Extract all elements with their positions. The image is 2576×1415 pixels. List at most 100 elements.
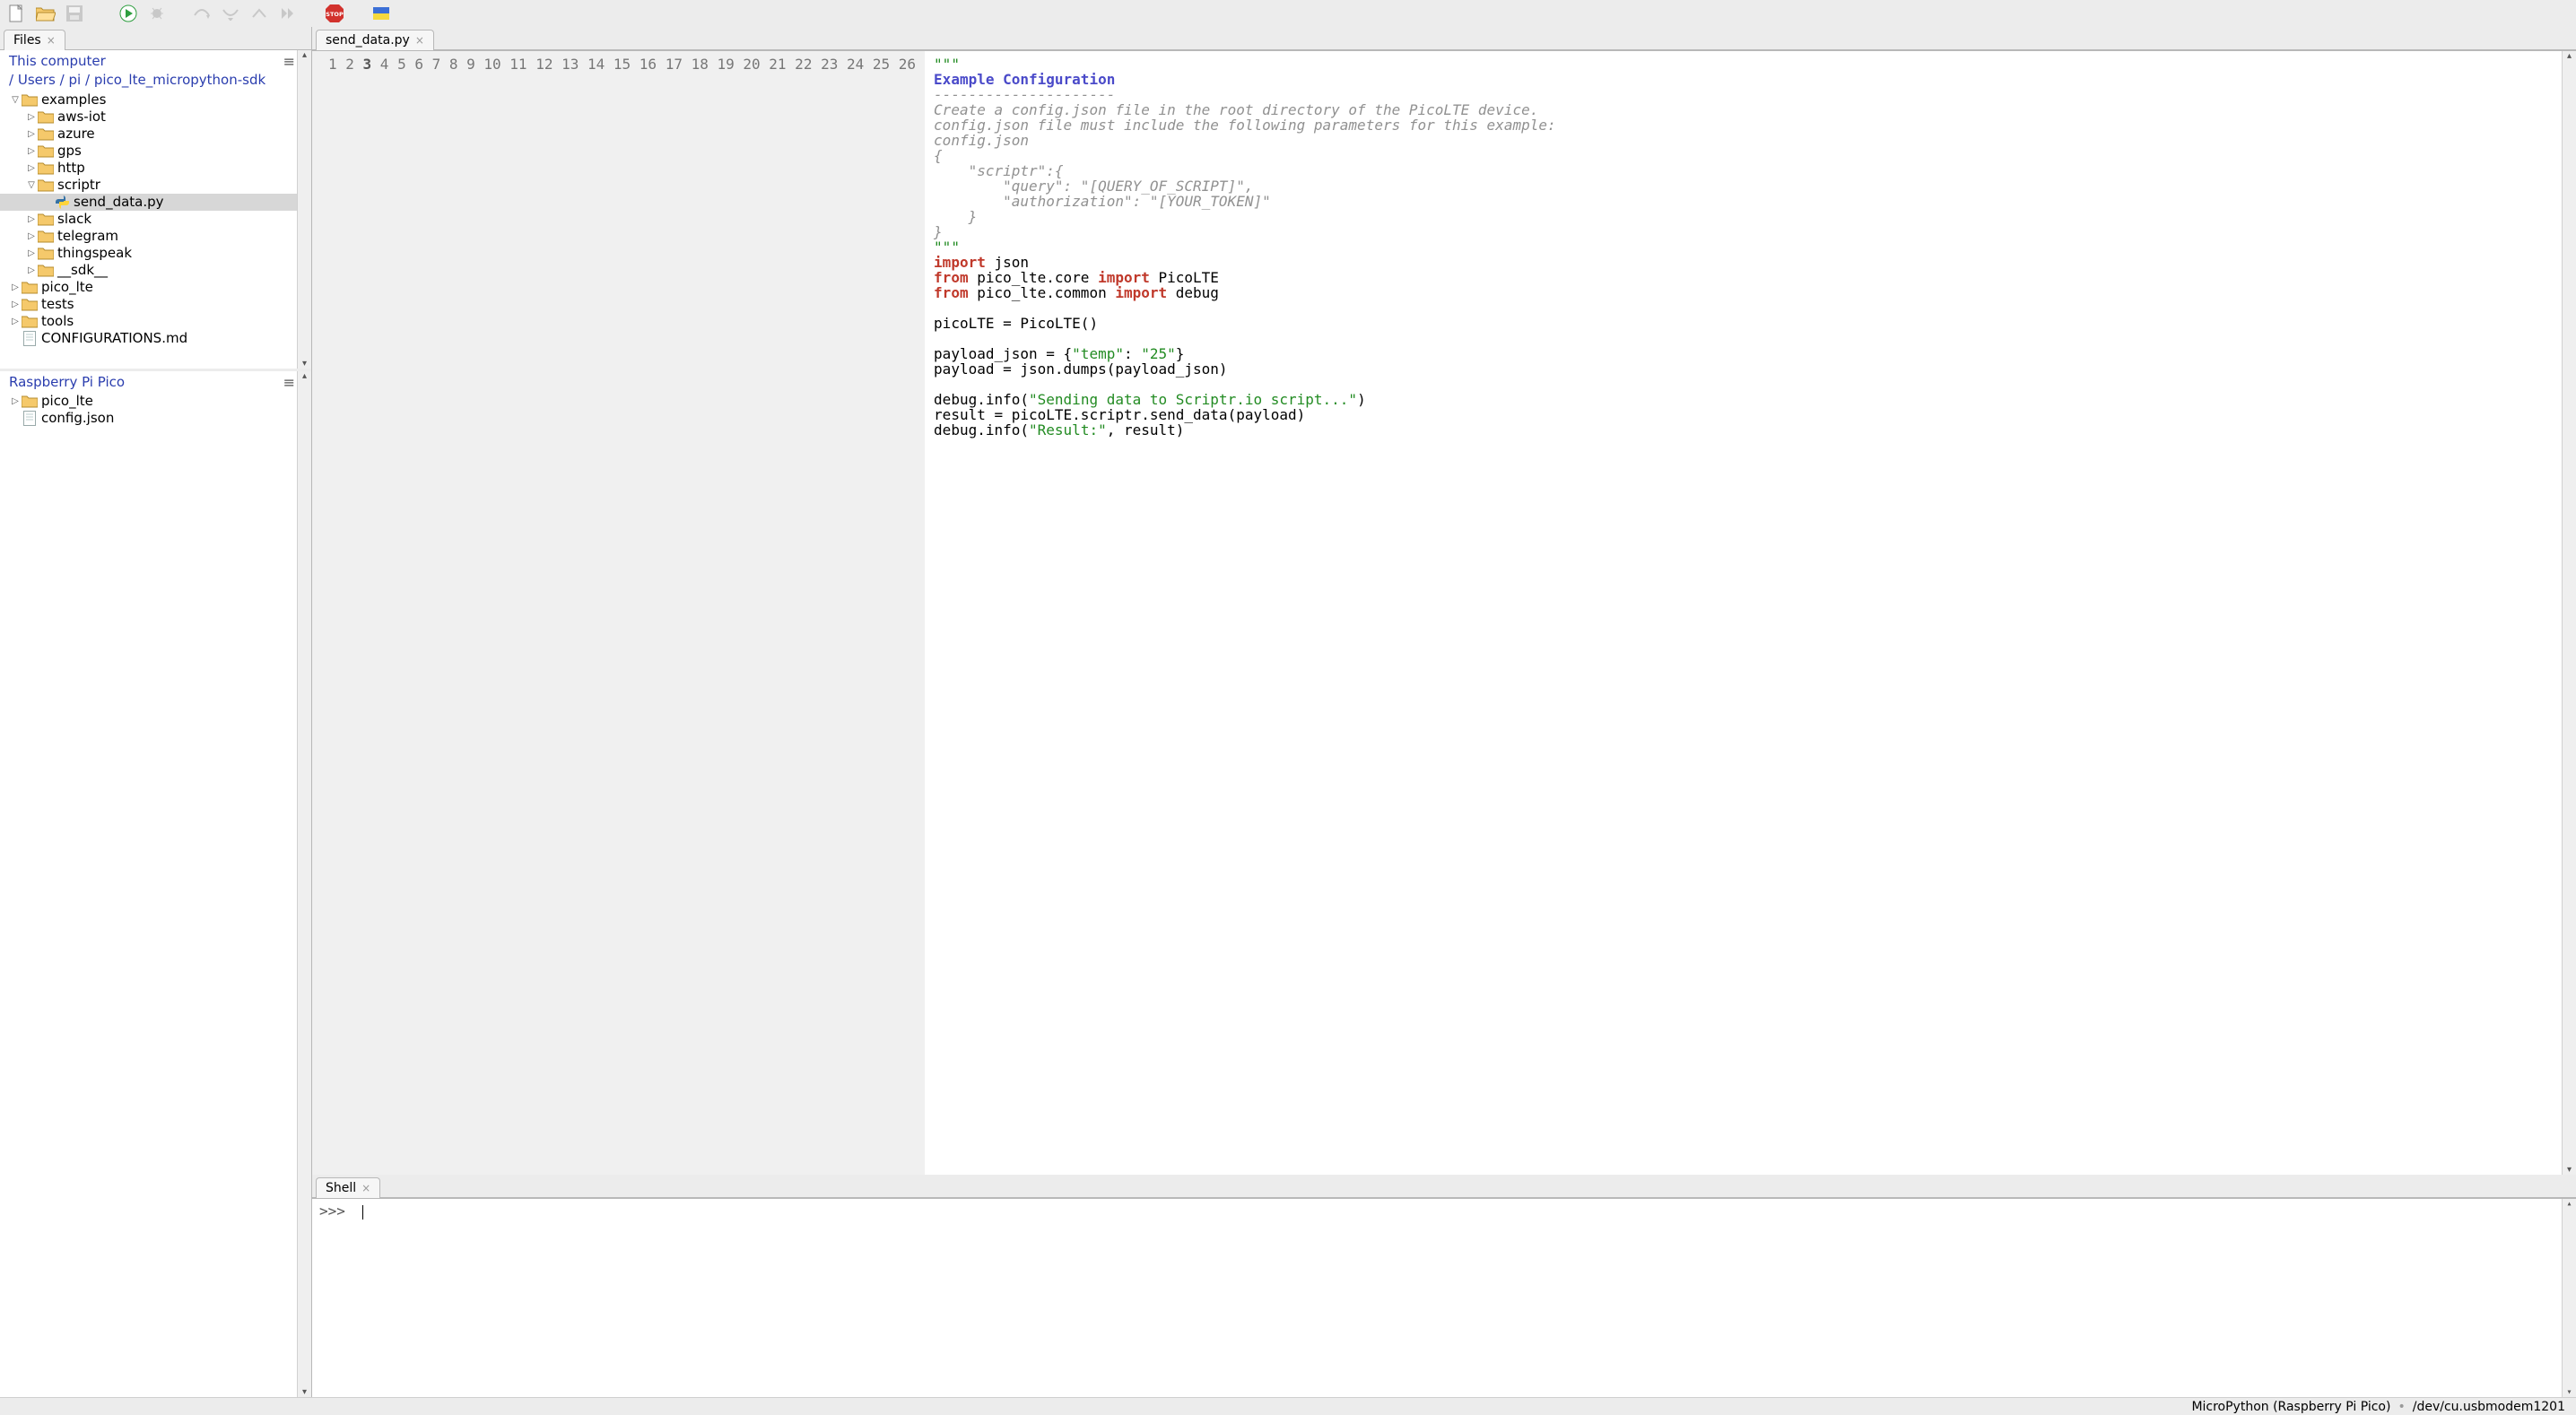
tree-item-label: azure <box>57 126 95 143</box>
editor-column: send_data.py × 1 2 3 4 5 6 7 8 9 10 11 1… <box>312 27 2576 1397</box>
device-tree[interactable]: ▷ pico_lteconfig.json <box>0 393 297 1397</box>
local-breadcrumb[interactable]: / Users / pi / pico_lte_micropython-sdk <box>0 72 297 91</box>
tree-item-tools[interactable]: ▷tools <box>0 313 297 330</box>
folder-icon <box>22 92 38 109</box>
tree-item-label: pico_lte <box>41 393 93 410</box>
tree-item-label: pico_lte <box>41 279 93 296</box>
chevron-right-icon[interactable]: ▷ <box>9 279 22 296</box>
tab-editor-file[interactable]: send_data.py × <box>316 30 434 50</box>
chevron-right-icon[interactable]: ▷ <box>9 393 22 410</box>
folder-icon <box>22 394 38 410</box>
tree-item-slack[interactable]: ▷slack <box>0 211 297 228</box>
device-menu-icon[interactable]: ≡ <box>283 374 295 391</box>
files-column: Files × This computer ≡ / Users / pi / p… <box>0 27 312 1397</box>
file-icon <box>22 411 38 427</box>
tree-item-tests[interactable]: ▷ tests <box>0 296 297 313</box>
chevron-right-icon[interactable]: ▷ <box>25 126 38 143</box>
chevron-right-icon[interactable]: ▷ <box>25 262 38 279</box>
editor-tab-label: send_data.py <box>326 33 410 48</box>
support-icon[interactable] <box>371 4 391 23</box>
local-title[interactable]: This computer <box>0 50 111 72</box>
chevron-down-icon[interactable]: ▽ <box>9 91 22 109</box>
shell-prompt: >>> <box>319 1202 345 1220</box>
tree-item-label: scriptr <box>57 177 100 194</box>
shell-cursor <box>362 1205 363 1220</box>
files-local-pane: This computer ≡ / Users / pi / pico_lte_… <box>0 50 311 369</box>
tab-files-close-icon[interactable]: × <box>47 34 56 47</box>
folder-icon <box>38 143 54 160</box>
tab-files[interactable]: Files × <box>4 30 65 50</box>
run-icon[interactable] <box>118 4 138 23</box>
chevron-right-icon[interactable]: ▷ <box>25 160 38 177</box>
line-number-gutter: 1 2 3 4 5 6 7 8 9 10 11 12 13 14 15 16 1… <box>312 51 925 1175</box>
tree-item-http[interactable]: ▷http <box>0 160 297 177</box>
python-file-icon <box>54 195 70 211</box>
status-bar: MicroPython (Raspberry Pi Pico) • /dev/c… <box>0 1397 2576 1415</box>
tree-item-label: thingspeak <box>57 245 132 262</box>
folder-icon <box>38 126 54 143</box>
chevron-right-icon[interactable]: ▷ <box>25 245 38 262</box>
tree-item-aws-iot[interactable]: ▷aws-iot <box>0 109 297 126</box>
chevron-right-icon[interactable]: ▷ <box>25 228 38 245</box>
chevron-down-icon[interactable]: ▽ <box>25 177 38 194</box>
chevron-right-icon[interactable]: ▷ <box>9 296 22 313</box>
new-file-icon[interactable] <box>7 4 27 23</box>
tree-item-send-data-py[interactable]: send_data.py <box>0 194 297 211</box>
stop-icon[interactable]: STOP <box>325 4 344 23</box>
tree-item-pico-lte[interactable]: ▷ pico_lte <box>0 279 297 296</box>
local-tree[interactable]: ▽examples▷aws-iot▷azure▷gps▷http▽scriptr… <box>0 91 297 369</box>
tree-item-label: telegram <box>57 228 118 245</box>
chevron-right-icon[interactable]: ▷ <box>9 313 22 330</box>
folder-icon <box>22 314 38 330</box>
tab-files-label: Files <box>13 33 41 48</box>
tree-item-pico-lte[interactable]: ▷ pico_lte <box>0 393 297 410</box>
editor-pane: 1 2 3 4 5 6 7 8 9 10 11 12 13 14 15 16 1… <box>312 50 2576 1175</box>
status-port[interactable]: /dev/cu.usbmodem1201 <box>2413 1400 2565 1414</box>
device-scrollbar[interactable]: ▴▾ <box>297 371 311 1397</box>
status-interpreter[interactable]: MicroPython (Raspberry Pi Pico) <box>2191 1400 2390 1414</box>
editor-tabbar: send_data.py × <box>312 27 2576 50</box>
local-menu-icon[interactable]: ≡ <box>283 53 295 70</box>
tree-item-azure[interactable]: ▷ azure <box>0 126 297 143</box>
step-into-icon <box>221 4 240 23</box>
tree-item-label: send_data.py <box>74 194 164 211</box>
tree-item--sdk-[interactable]: ▷__sdk__ <box>0 262 297 279</box>
shell-scrollbar[interactable]: ▴▾ <box>2562 1199 2576 1397</box>
code-editor[interactable]: 1 2 3 4 5 6 7 8 9 10 11 12 13 14 15 16 1… <box>312 51 2562 1175</box>
tree-item-label: tests <box>41 296 74 313</box>
chevron-right-icon[interactable]: ▷ <box>25 211 38 228</box>
tree-item-examples[interactable]: ▽ examples <box>0 91 297 109</box>
files-tabbar: Files × <box>0 27 311 50</box>
tree-item-configurations-md[interactable]: CONFIGURATIONS.md <box>0 330 297 347</box>
folder-icon <box>22 280 38 296</box>
tree-item-telegram[interactable]: ▷ telegram <box>0 228 297 245</box>
tree-item-config-json[interactable]: config.json <box>0 410 297 427</box>
folder-icon <box>38 263 54 279</box>
tree-item-label: CONFIGURATIONS.md <box>41 330 187 347</box>
shell-tabbar: Shell × <box>312 1175 2576 1198</box>
main-toolbar: STOP <box>0 0 2576 27</box>
debug-icon <box>147 4 167 23</box>
code-area[interactable]: """ Example Configuration --------------… <box>925 51 1565 1175</box>
chevron-right-icon[interactable]: ▷ <box>25 109 38 126</box>
open-file-icon[interactable] <box>36 4 56 23</box>
tree-item-thingspeak[interactable]: ▷ thingspeak <box>0 245 297 262</box>
resume-icon <box>278 4 298 23</box>
tree-item-label: config.json <box>41 410 114 427</box>
chevron-right-icon[interactable]: ▷ <box>25 143 38 160</box>
editor-tab-close-icon[interactable]: × <box>415 34 424 47</box>
tree-item-gps[interactable]: ▷ gps <box>0 143 297 160</box>
local-scrollbar[interactable]: ▴▾ <box>297 50 311 369</box>
tree-item-label: gps <box>57 143 82 160</box>
ide-window: STOP Files × This computer <box>0 0 2576 1415</box>
tree-item-scriptr[interactable]: ▽ scriptr <box>0 177 297 194</box>
folder-icon <box>38 212 54 228</box>
save-file-icon <box>65 4 84 23</box>
tree-item-label: examples <box>41 91 106 109</box>
shell-tab-close-icon[interactable]: × <box>361 1182 370 1194</box>
device-title[interactable]: Raspberry Pi Pico <box>0 371 130 393</box>
tab-shell[interactable]: Shell × <box>316 1177 380 1198</box>
editor-scrollbar[interactable]: ▴▾ <box>2562 51 2576 1175</box>
status-separator: • <box>2398 1400 2405 1414</box>
shell-output[interactable]: >>> <box>312 1199 2562 1397</box>
